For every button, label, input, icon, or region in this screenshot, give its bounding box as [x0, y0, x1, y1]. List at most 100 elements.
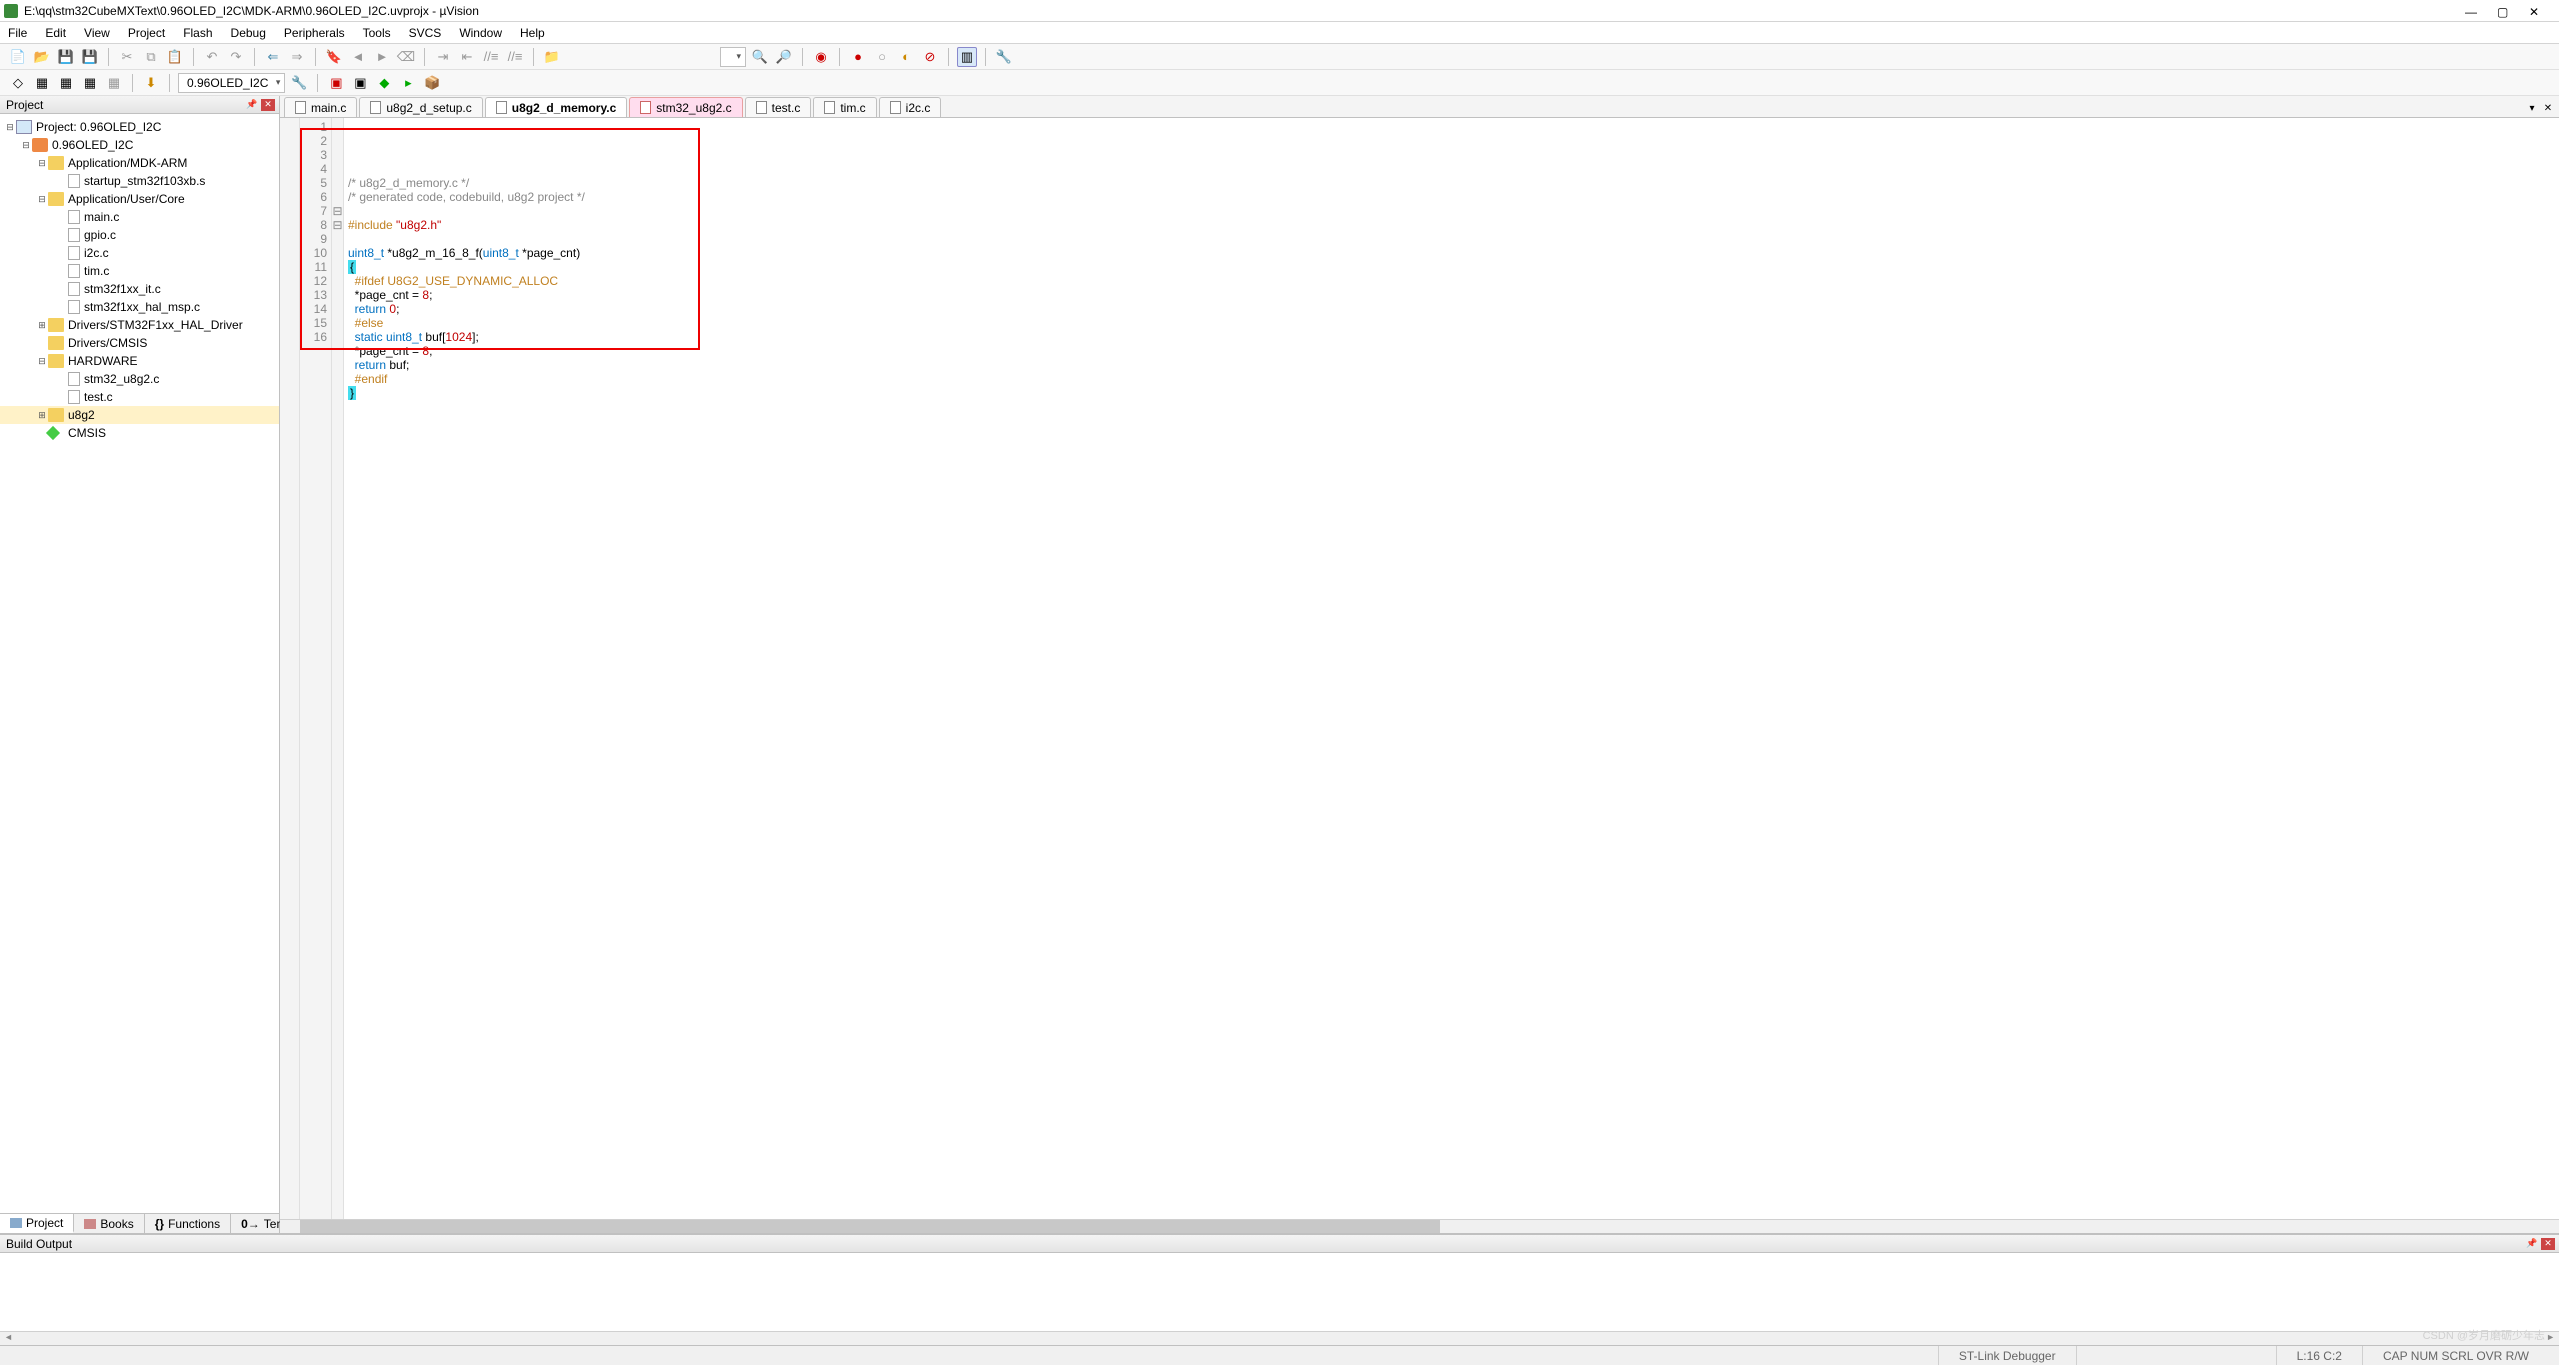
tab-main-c[interactable]: main.c	[284, 97, 357, 117]
code-line[interactable]: return buf;	[348, 358, 2559, 372]
outdent-button[interactable]: ⇤	[457, 47, 477, 67]
save-button[interactable]: 💾	[56, 47, 76, 67]
editor-fold[interactable]: ⊟⊟	[332, 118, 344, 1219]
proj-tab-project[interactable]: Project	[0, 1214, 74, 1233]
code-line[interactable]: #endif	[348, 372, 2559, 386]
manage-project-button[interactable]: ▣	[326, 73, 346, 93]
build-button[interactable]: ▦	[32, 73, 52, 93]
panel-pin-button[interactable]: 📌	[245, 99, 259, 111]
tree-file[interactable]: main.c	[0, 208, 279, 226]
stop-build-button[interactable]: ▦	[104, 73, 124, 93]
tree-group-selected[interactable]: ⊞u8g2	[0, 406, 279, 424]
tree-file[interactable]: i2c.c	[0, 244, 279, 262]
undo-button[interactable]: ↶	[202, 47, 222, 67]
tree-group[interactable]: ⊟Application/MDK-ARM	[0, 154, 279, 172]
copy-button[interactable]: ⧉	[141, 47, 161, 67]
menu-view[interactable]: View	[84, 26, 110, 40]
code-line[interactable]: /* generated code, codebuild, u8g2 proje…	[348, 190, 2559, 204]
bookmark-clear-button[interactable]: ⌫	[396, 47, 416, 67]
maximize-button[interactable]: ▢	[2497, 5, 2509, 17]
tab-i2c-c[interactable]: i2c.c	[879, 97, 942, 117]
menu-window[interactable]: Window	[459, 26, 502, 40]
editor-body[interactable]: 12345678910111213141516 ⊟⊟ /* u8g2_d_mem…	[280, 118, 2559, 1219]
cut-button[interactable]: ✂	[117, 47, 137, 67]
code-line[interactable]: return 0;	[348, 302, 2559, 316]
menu-help[interactable]: Help	[520, 26, 545, 40]
menu-tools[interactable]: Tools	[363, 26, 391, 40]
editor-code[interactable]: /* u8g2_d_memory.c *//* generated code, …	[344, 118, 2559, 1219]
save-all-button[interactable]: 💾	[80, 47, 100, 67]
tree-file[interactable]: gpio.c	[0, 226, 279, 244]
uncomment-button[interactable]: //≡	[505, 47, 525, 67]
code-line[interactable]	[348, 232, 2559, 246]
proj-tab-books[interactable]: Books	[74, 1214, 144, 1233]
build-pin-button[interactable]: 📌	[2525, 1238, 2539, 1250]
menu-file[interactable]: File	[8, 26, 27, 40]
tab-u8g2-d-memory[interactable]: u8g2_d_memory.c	[485, 97, 628, 117]
target-dropdown[interactable]: 0.96OLED_I2C	[178, 73, 285, 93]
incremental-find-button[interactable]: 🔎	[774, 47, 794, 67]
options-button[interactable]: 🔧	[289, 73, 309, 93]
tab-stm32-u8g2[interactable]: stm32_u8g2.c	[629, 97, 742, 117]
minimize-button[interactable]: —	[2465, 5, 2477, 17]
indent-button[interactable]: ⇥	[433, 47, 453, 67]
tree-project-root[interactable]: ⊟Project: 0.96OLED_I2C	[0, 118, 279, 136]
rebuild-button[interactable]: ▦	[56, 73, 76, 93]
bookmark-button[interactable]: 🔖	[324, 47, 344, 67]
paste-button[interactable]: 📋	[165, 47, 185, 67]
breakpoint-kill-button[interactable]: ⊘	[920, 47, 940, 67]
close-button[interactable]: ✕	[2529, 5, 2541, 17]
tree-group[interactable]: Drivers/CMSIS	[0, 334, 279, 352]
build-hscrollbar[interactable]	[0, 1331, 2559, 1345]
redo-button[interactable]: ↷	[226, 47, 246, 67]
build-close-button[interactable]: ✕	[2541, 1238, 2555, 1250]
tab-test-c[interactable]: test.c	[745, 97, 812, 117]
menu-svcs[interactable]: SVCS	[409, 26, 442, 40]
find-in-files-button[interactable]: 📁	[542, 47, 562, 67]
file-ext-button[interactable]: ▣	[350, 73, 370, 93]
tree-file[interactable]: stm32_u8g2.c	[0, 370, 279, 388]
code-line[interactable]: uint8_t *u8g2_m_16_8_f(uint8_t *page_cnt…	[348, 246, 2559, 260]
panel-close-button[interactable]: ✕	[261, 99, 275, 111]
translate-button[interactable]: ◇	[8, 73, 28, 93]
project-tree[interactable]: ⊟Project: 0.96OLED_I2C ⊟0.96OLED_I2C ⊟Ap…	[0, 114, 279, 1213]
code-line[interactable]: *page_cnt = 8;	[348, 288, 2559, 302]
tree-group[interactable]: ⊟HARDWARE	[0, 352, 279, 370]
tree-group[interactable]: ⊞Drivers/STM32F1xx_HAL_Driver	[0, 316, 279, 334]
tree-file[interactable]: tim.c	[0, 262, 279, 280]
code-line[interactable]: {	[348, 260, 2559, 274]
tree-file[interactable]: stm32f1xx_hal_msp.c	[0, 298, 279, 316]
comment-button[interactable]: //≡	[481, 47, 501, 67]
manage-rt-button[interactable]: ◆	[374, 73, 394, 93]
tab-u8g2-d-setup[interactable]: u8g2_d_setup.c	[359, 97, 482, 117]
new-file-button[interactable]: 📄	[8, 47, 28, 67]
configure-button[interactable]: 🔧	[994, 47, 1014, 67]
nav-back-button[interactable]: ⇐	[263, 47, 283, 67]
menu-peripherals[interactable]: Peripherals	[284, 26, 345, 40]
code-line[interactable]: #include "u8g2.h"	[348, 218, 2559, 232]
find-dropdown[interactable]	[720, 47, 746, 67]
nav-fwd-button[interactable]: ⇒	[287, 47, 307, 67]
open-file-button[interactable]: 📂	[32, 47, 52, 67]
proj-tab-functions[interactable]: {}Functions	[145, 1214, 231, 1233]
code-line[interactable]: *page_cnt = 8;	[348, 344, 2559, 358]
code-line[interactable]: static uint8_t buf[1024];	[348, 330, 2559, 344]
tree-file[interactable]: test.c	[0, 388, 279, 406]
build-output-body[interactable]	[0, 1253, 2559, 1331]
code-line[interactable]: #ifdef U8G2_USE_DYNAMIC_ALLOC	[348, 274, 2559, 288]
window-layout-button[interactable]: ▥	[957, 47, 977, 67]
tree-group[interactable]: ⊟Application/User/Core	[0, 190, 279, 208]
menu-flash[interactable]: Flash	[183, 26, 212, 40]
select-packs-button[interactable]: ▸	[398, 73, 418, 93]
tree-file[interactable]: startup_stm32f103xb.s	[0, 172, 279, 190]
batch-build-button[interactable]: ▦	[80, 73, 100, 93]
breakpoint-disable-button[interactable]: ◐	[896, 47, 916, 67]
breakpoint-enable-button[interactable]: ○	[872, 47, 892, 67]
tab-tim-c[interactable]: tim.c	[813, 97, 876, 117]
tree-file[interactable]: stm32f1xx_it.c	[0, 280, 279, 298]
bookmark-next-button[interactable]: ►	[372, 47, 392, 67]
code-line[interactable]	[348, 204, 2559, 218]
find-button[interactable]: 🔍	[750, 47, 770, 67]
download-button[interactable]: ⬇	[141, 73, 161, 93]
code-line[interactable]: /* u8g2_d_memory.c */	[348, 176, 2559, 190]
